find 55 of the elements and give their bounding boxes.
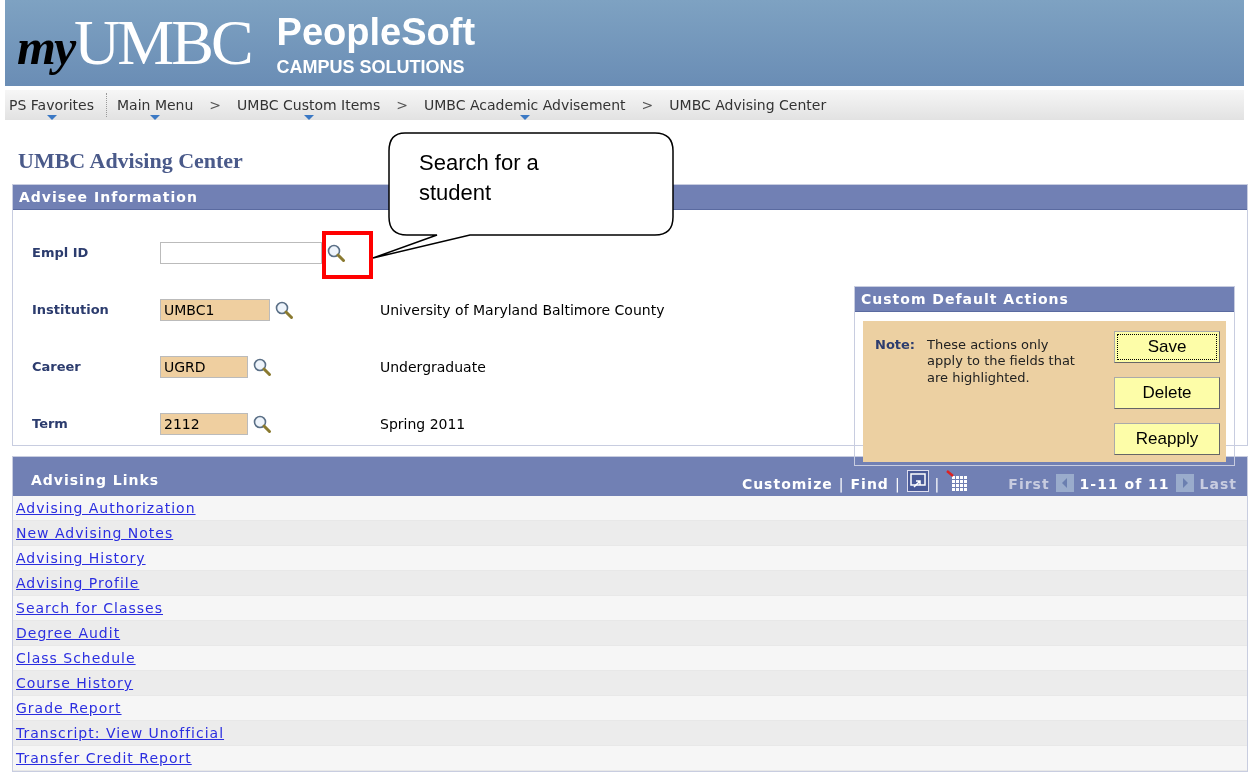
field-label: Term bbox=[32, 416, 69, 431]
advising-link[interactable]: Degree Audit bbox=[16, 625, 121, 641]
logo-prefix: my bbox=[17, 18, 75, 76]
input-field[interactable]: UMBC1 bbox=[160, 298, 270, 321]
page-title: UMBC Advising Center bbox=[18, 148, 243, 174]
action-button[interactable]: Save bbox=[1114, 331, 1220, 363]
action-button[interactable]: Reapply bbox=[1114, 423, 1220, 455]
panel-header: Custom Default Actions bbox=[855, 287, 1234, 312]
note-text: These actions only apply to the fields that are highlighted. bbox=[927, 337, 1076, 387]
product-subtitle: CAMPUS SOLUTIONS bbox=[276, 57, 466, 76]
breadcrumb-item[interactable]: UMBC Custom Items bbox=[233, 90, 385, 120]
separator: | bbox=[894, 476, 901, 492]
advising-link[interactable]: New Advising Notes bbox=[16, 525, 174, 541]
favorites-menu[interactable]: PS Favorites bbox=[5, 90, 99, 120]
action-button[interactable]: Delete bbox=[1114, 377, 1220, 409]
field-description: Undergraduate bbox=[380, 358, 487, 375]
field-label: Career bbox=[32, 359, 82, 374]
find-link[interactable]: Find bbox=[850, 476, 889, 492]
advising-link[interactable]: Class Schedule bbox=[16, 650, 136, 666]
search-icon[interactable] bbox=[252, 413, 272, 434]
input-field[interactable]: UGRD bbox=[160, 355, 248, 378]
download-grid-icon[interactable] bbox=[946, 470, 969, 492]
breadcrumb-separator: > bbox=[208, 97, 223, 113]
grid-title: Advising Links bbox=[31, 472, 161, 488]
note-label: Note: bbox=[875, 337, 916, 354]
breadcrumb-item[interactable]: UMBC Academic Advisement bbox=[420, 90, 630, 120]
breadcrumb-separator: > bbox=[640, 97, 655, 113]
search-icon[interactable] bbox=[274, 299, 294, 320]
advising-link[interactable]: Grade Report bbox=[16, 700, 122, 716]
field-label: Empl ID bbox=[32, 245, 90, 260]
field-description: University of Maryland Baltimore County bbox=[380, 301, 665, 318]
advising-link[interactable]: Advising History bbox=[16, 550, 146, 566]
field-description: Spring 2011 bbox=[380, 415, 467, 432]
advising-link[interactable]: Advising Profile bbox=[16, 575, 140, 591]
customize-link[interactable]: Customize bbox=[741, 476, 833, 492]
breadcrumb-separator: > bbox=[395, 97, 409, 113]
zoom-grid-icon[interactable] bbox=[906, 470, 929, 492]
advising-link[interactable]: Course History bbox=[16, 675, 134, 691]
highlight-frame bbox=[322, 231, 373, 279]
product-name: PeopleSoft bbox=[276, 10, 476, 56]
input-field[interactable]: 2112 bbox=[160, 412, 248, 435]
logo-text: UMBC bbox=[74, 6, 251, 80]
row-range: 1-11 of 11 bbox=[1079, 476, 1170, 492]
separator: | bbox=[934, 476, 941, 492]
field-label: Institution bbox=[32, 302, 110, 317]
breadcrumb-item[interactable]: Main Menu bbox=[113, 90, 198, 120]
advising-link[interactable]: Advising Authorization bbox=[16, 500, 196, 516]
breadcrumb-item[interactable]: UMBC Advising Center bbox=[665, 90, 831, 120]
separator: | bbox=[838, 476, 845, 492]
search-icon[interactable] bbox=[326, 242, 346, 263]
input-field[interactable] bbox=[160, 241, 322, 264]
advising-link[interactable]: Transfer Credit Report bbox=[16, 750, 192, 766]
advising-link[interactable]: Search for Classes bbox=[16, 600, 163, 616]
advising-link[interactable]: Transcript: View Unofficial bbox=[16, 725, 225, 741]
search-icon[interactable] bbox=[252, 356, 272, 377]
